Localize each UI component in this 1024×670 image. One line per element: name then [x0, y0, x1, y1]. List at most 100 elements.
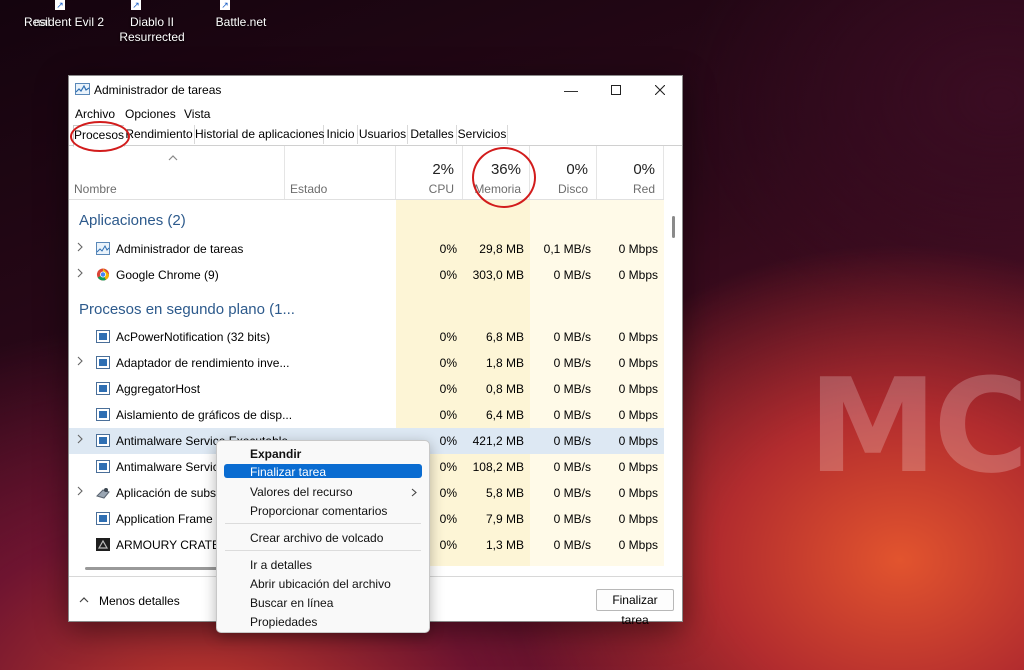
disk-value: 0 MB/s: [553, 512, 591, 526]
tab-inicio[interactable]: Inicio: [324, 125, 358, 144]
column-header-name[interactable]: Nombre: [69, 146, 285, 199]
memory-value: 7,9 MB: [485, 512, 524, 526]
vertical-scrollbar[interactable]: [672, 216, 675, 238]
expand-chevron-icon[interactable]: [76, 242, 84, 252]
title-bar[interactable]: Administrador de tareas —: [69, 76, 682, 104]
network-value: 0 Mbps: [618, 268, 658, 282]
cpu-value: 0%: [439, 382, 457, 396]
table-row[interactable]: AggregatorHost 0% 0,8 MB 0 MB/s 0 Mbps: [69, 376, 664, 402]
menu-vista[interactable]: Vista: [184, 107, 210, 121]
subsystem-app-icon: [96, 488, 110, 499]
memory-value: 1,8 MB: [485, 356, 524, 370]
memory-value: 303,0 MB: [472, 268, 524, 282]
expand-chevron-icon[interactable]: [76, 486, 84, 496]
menu-separator: [225, 550, 421, 551]
process-name: Application Frame H: [116, 512, 225, 526]
column-header-cpu[interactable]: 2% CPU: [396, 146, 463, 199]
cpu-value: 0%: [439, 408, 457, 422]
menu-archivo[interactable]: Archivo: [75, 107, 115, 121]
menu-item-crear-archivo-volcado[interactable]: Crear archivo de volcado: [250, 531, 383, 545]
network-total-percent: 0%: [633, 161, 655, 178]
process-name: AggregatorHost: [116, 382, 201, 396]
process-window-icon: [96, 434, 110, 447]
menu-separator: [225, 523, 421, 524]
memory-value: 5,8 MB: [485, 486, 524, 500]
close-icon: [654, 84, 666, 96]
expand-chevron-icon[interactable]: [76, 356, 84, 366]
tab-detalles[interactable]: Detalles: [408, 125, 457, 144]
cpu-value: 0%: [439, 268, 457, 282]
network-value: 0 Mbps: [618, 356, 658, 370]
process-window-icon: [96, 460, 110, 473]
desktop-icon-label: Diablo II Resurrected: [119, 15, 185, 44]
maximize-button[interactable]: [594, 76, 638, 104]
tab-rendimiento[interactable]: Rendimiento: [124, 125, 195, 144]
network-value: 0 Mbps: [618, 434, 658, 448]
network-value: 0 Mbps: [618, 538, 658, 552]
group-header-background: Procesos en segundo plano (1...: [79, 301, 295, 318]
less-details-link[interactable]: Menos detalles: [99, 594, 180, 608]
column-label-status: Estado: [290, 182, 328, 196]
tab-historial[interactable]: Historial de aplicaciones: [195, 125, 324, 144]
shortcut-arrow-icon: ↗: [220, 0, 230, 10]
annotation-circle-processes-tab: [70, 121, 130, 152]
network-value: 0 Mbps: [618, 242, 658, 256]
network-value: 0 Mbps: [618, 408, 658, 422]
tab-servicios[interactable]: Servicios: [457, 125, 508, 144]
menu-item-buscar-en-linea[interactable]: Buscar en línea: [250, 596, 333, 610]
disk-value: 0 MB/s: [553, 408, 591, 422]
memory-value: 421,2 MB: [472, 434, 524, 448]
tab-usuarios[interactable]: Usuarios: [358, 125, 408, 144]
menu-item-valores-del-recurso[interactable]: Valores del recurso: [250, 485, 353, 499]
table-row[interactable]: Google Chrome (9) 0% 303,0 MB 0 MB/s 0 M…: [69, 262, 664, 288]
column-header-network[interactable]: 0% Red: [597, 146, 664, 199]
column-header-status[interactable]: Estado: [285, 146, 396, 199]
cpu-value: 0%: [439, 486, 457, 500]
menu-item-expandir[interactable]: Expandir: [250, 447, 301, 461]
cpu-value: 0%: [439, 460, 457, 474]
column-label-cpu: CPU: [428, 182, 454, 196]
column-header-row: Nombre Estado 2% CPU 36% Memoria 0% Disc…: [69, 146, 664, 200]
expand-chevron-icon[interactable]: [76, 434, 84, 444]
network-value: 0 Mbps: [618, 330, 658, 344]
chrome-icon: [96, 268, 110, 281]
table-row[interactable]: Aislamiento de gráficos de disp... 0% 6,…: [69, 402, 664, 428]
memory-value: 0,8 MB: [485, 382, 524, 396]
submenu-arrow-icon: [411, 488, 417, 497]
process-name: Aplicación de subsist: [116, 486, 229, 500]
menu-item-ir-a-detalles[interactable]: Ir a detalles: [250, 558, 312, 572]
disk-value: 0 MB/s: [553, 268, 591, 282]
horizontal-scrollbar[interactable]: [85, 567, 225, 570]
menu-item-finalizar-tarea[interactable]: Finalizar tarea: [250, 465, 326, 479]
menu-item-proporcionar-comentarios[interactable]: Proporcionar comentarios: [250, 504, 387, 518]
process-window-icon: [96, 382, 110, 395]
disk-value: 0 MB/s: [553, 460, 591, 474]
menu-item-propiedades[interactable]: Propiedades: [250, 615, 317, 629]
memory-value: 1,3 MB: [485, 538, 524, 552]
memory-value: 29,8 MB: [479, 242, 524, 256]
disk-value: 0 MB/s: [553, 330, 591, 344]
column-header-disk[interactable]: 0% Disco: [530, 146, 597, 199]
disk-value: 0,1 MB/s: [543, 242, 591, 256]
minimize-button[interactable]: —: [549, 76, 593, 104]
maximize-icon: [611, 85, 621, 95]
chevron-up-icon[interactable]: [79, 596, 89, 603]
menu-item-abrir-ubicacion[interactable]: Abrir ubicación del archivo: [250, 577, 391, 591]
end-task-button[interactable]: Finalizar tarea: [596, 589, 674, 627]
disk-value: 0 MB/s: [553, 538, 591, 552]
close-button[interactable]: [638, 76, 682, 104]
column-label-disk: Disco: [557, 182, 588, 196]
process-name: Adaptador de rendimiento inve...: [116, 356, 290, 370]
table-row[interactable]: Adaptador de rendimiento inve... 0% 1,8 …: [69, 350, 664, 376]
process-window-icon: [96, 408, 110, 421]
table-row[interactable]: AcPowerNotification (32 bits) 0% 6,8 MB …: [69, 324, 664, 350]
expand-chevron-icon[interactable]: [76, 268, 84, 278]
cpu-total-percent: 2%: [432, 161, 454, 178]
table-row[interactable]: Administrador de tareas 0% 29,8 MB 0,1 M…: [69, 236, 664, 262]
network-value: 0 Mbps: [618, 512, 658, 526]
context-menu: Expandir Finalizar tarea Valores del rec…: [216, 440, 430, 633]
process-name: Google Chrome (9): [116, 268, 219, 282]
sort-ascending-icon: [168, 155, 178, 161]
menu-opciones[interactable]: Opciones: [125, 107, 176, 121]
window-title: Administrador de tareas: [94, 83, 222, 97]
